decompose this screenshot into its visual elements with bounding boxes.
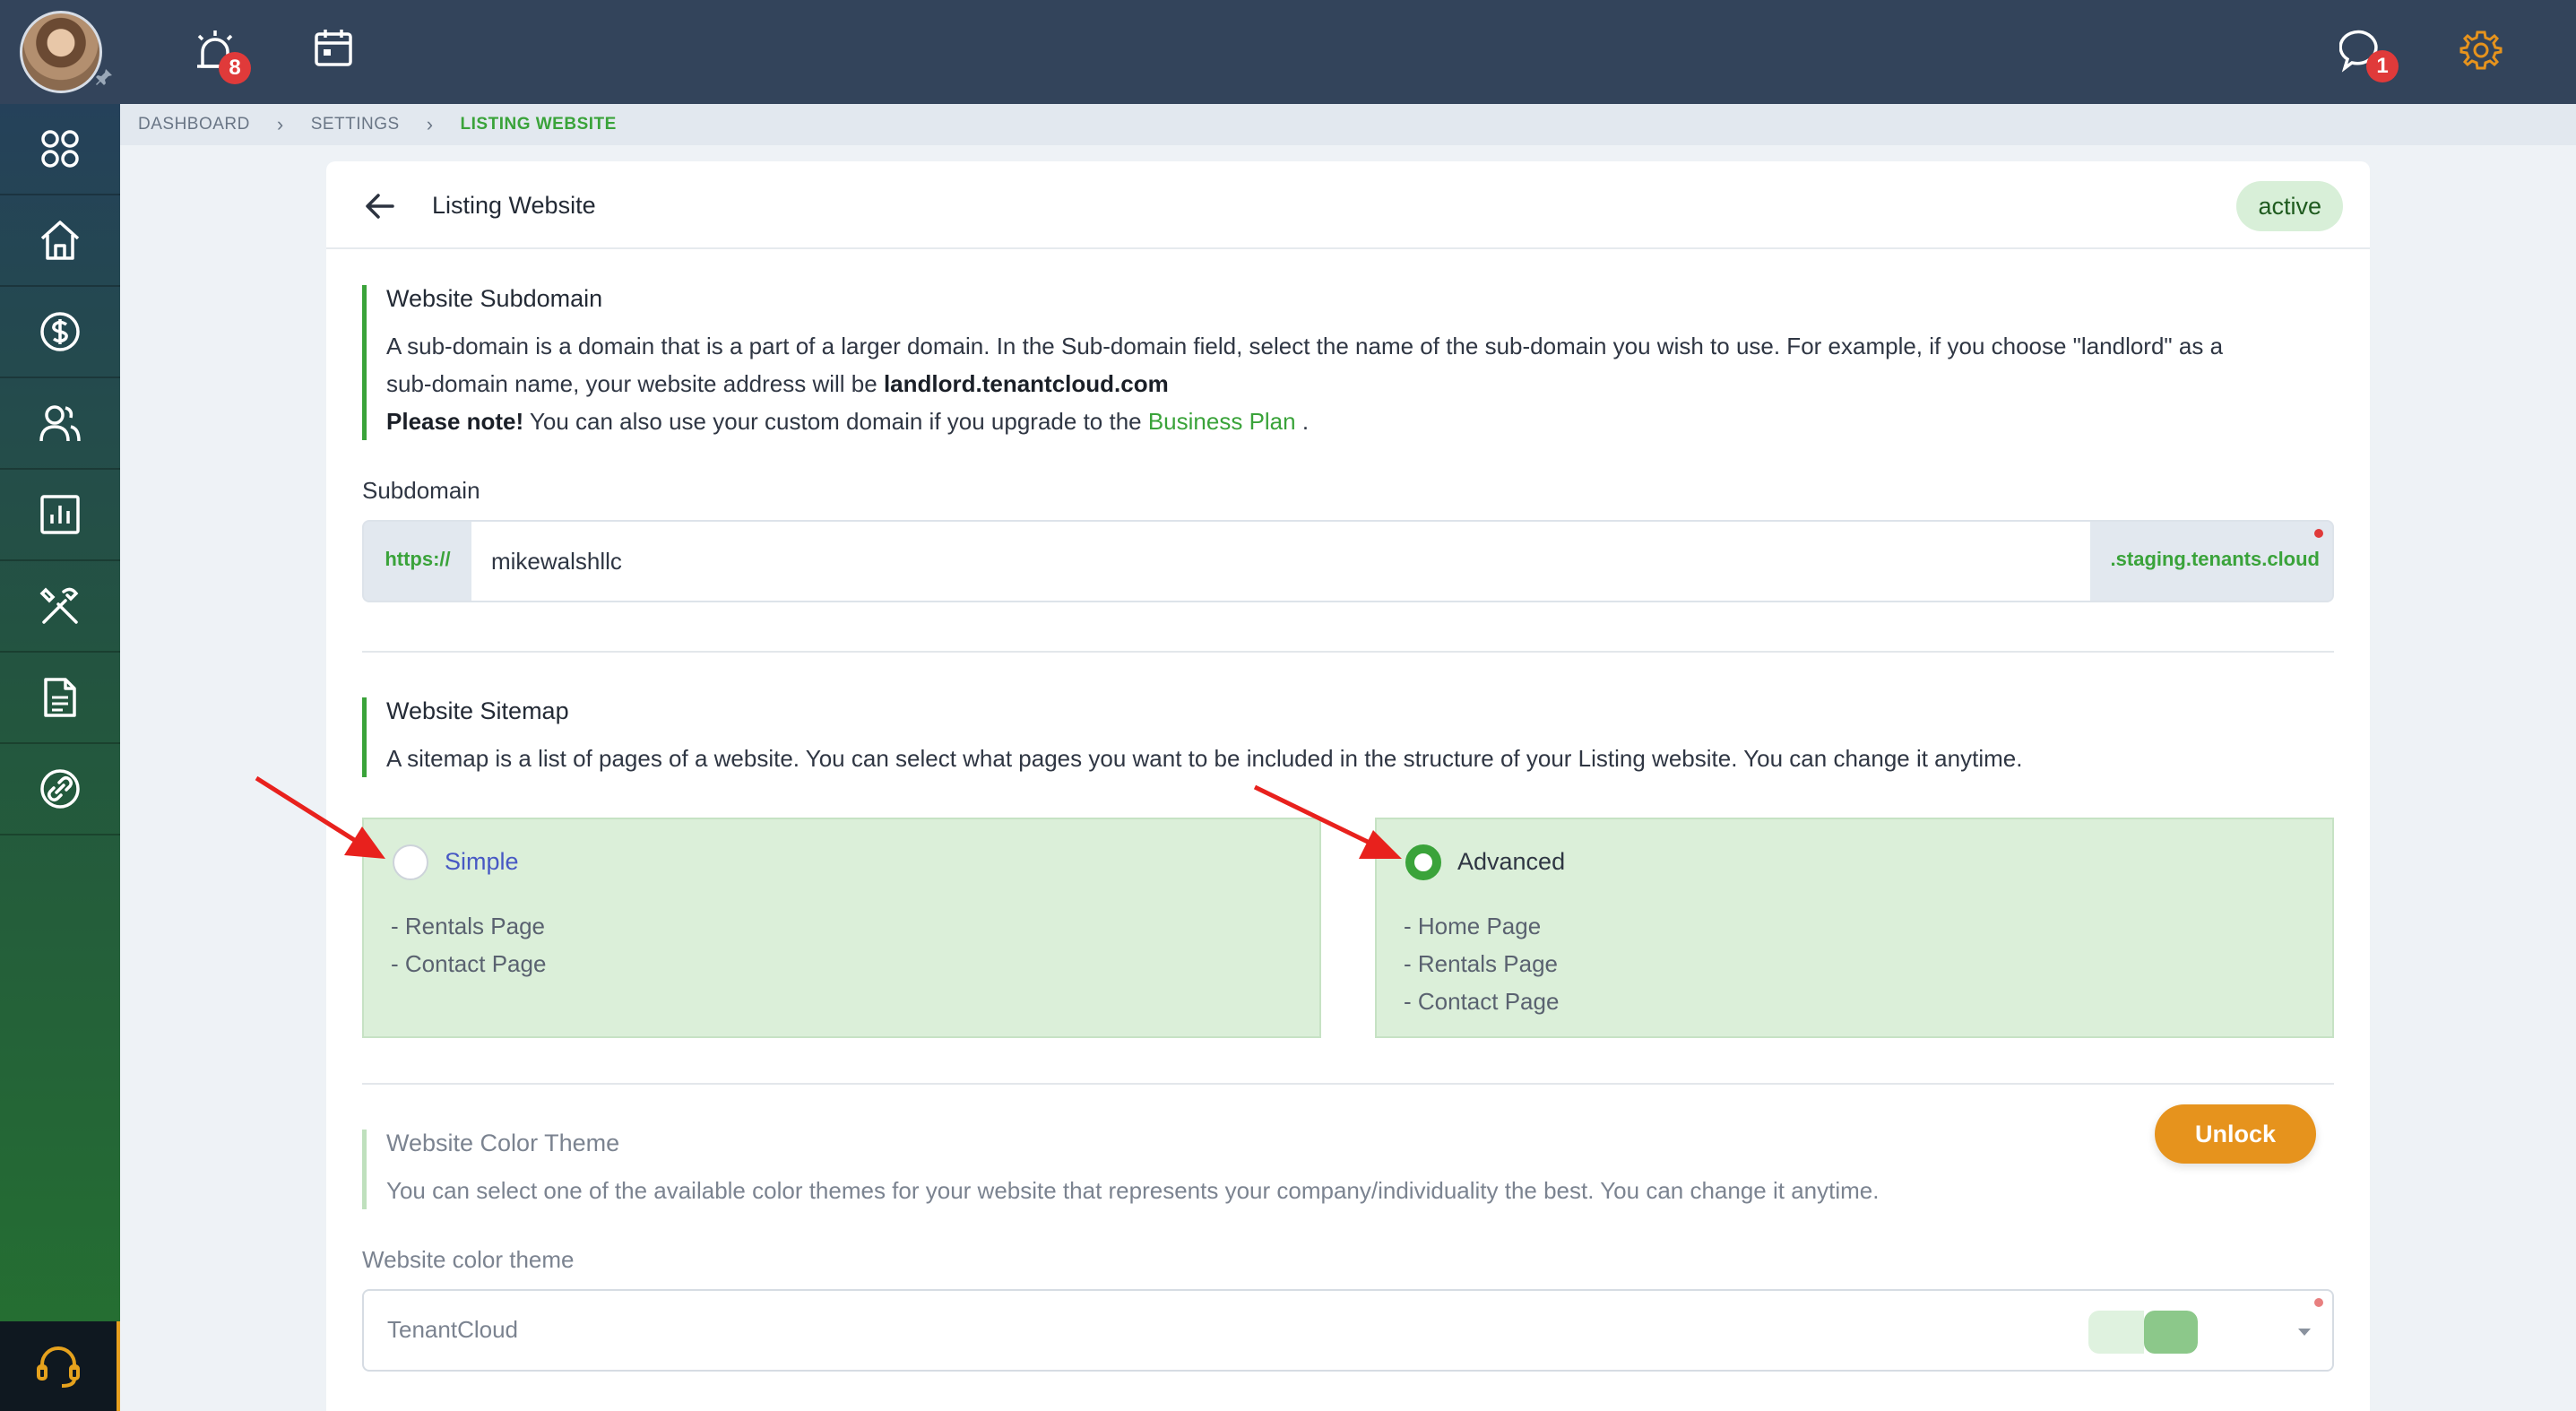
theme-select[interactable]: TenantCloud bbox=[362, 1289, 2334, 1372]
sitemap-section: Website Sitemap A sitemap is a list of p… bbox=[362, 697, 2334, 777]
breadcrumb-listing-website: LISTING WEBSITE bbox=[460, 115, 617, 134]
required-dot bbox=[2314, 1298, 2323, 1307]
list-item: - Contact Page bbox=[1404, 988, 1560, 1015]
chevron-down-icon[interactable] bbox=[2296, 1327, 2312, 1337]
gear-icon[interactable] bbox=[2459, 29, 2503, 72]
sidebar-item-links[interactable] bbox=[0, 744, 120, 835]
users-icon bbox=[39, 405, 81, 442]
theme-description: You can select one of the available colo… bbox=[386, 1177, 1880, 1204]
sidebar-item-apps[interactable] bbox=[0, 104, 120, 195]
theme-section-title: Website Color Theme bbox=[386, 1130, 620, 1156]
list-item: - Contact Page bbox=[391, 950, 547, 977]
list-item: - Rentals Page bbox=[1404, 950, 1558, 977]
sitemap-option-simple[interactable]: Simple - Rentals Page - Contact Page bbox=[362, 818, 1321, 1038]
sitemap-section-title: Website Sitemap bbox=[386, 697, 569, 724]
card-header: Listing Website active bbox=[326, 161, 2370, 249]
annotation-arrow-icon bbox=[1253, 784, 1402, 859]
list-item: - Rentals Page bbox=[391, 913, 545, 939]
calendar-icon[interactable] bbox=[312, 27, 355, 70]
dollar-icon bbox=[40, 312, 80, 351]
breadcrumb-settings[interactable]: SETTINGS bbox=[311, 115, 400, 134]
annotation-arrow-icon bbox=[255, 775, 385, 859]
section-divider bbox=[362, 1083, 2334, 1085]
subdomain-field: https:// .staging.tenants.cloud bbox=[362, 520, 2334, 602]
link-icon bbox=[40, 769, 80, 809]
sidebar-item-reports[interactable] bbox=[0, 470, 120, 561]
chevron-right-icon: › bbox=[426, 113, 434, 135]
business-plan-link[interactable]: Business Plan bbox=[1148, 408, 1296, 435]
theme-label: Website color theme bbox=[362, 1246, 575, 1273]
subdomain-label: Subdomain bbox=[362, 477, 480, 504]
grid-icon bbox=[41, 130, 79, 168]
list-item: - Home Page bbox=[1404, 913, 1542, 939]
document-icon bbox=[44, 678, 76, 717]
simple-radio[interactable] bbox=[393, 844, 428, 880]
chevron-right-icon: › bbox=[276, 113, 284, 135]
home-icon bbox=[40, 221, 80, 260]
advanced-label: Advanced bbox=[1457, 848, 1566, 875]
subdomain-section: Website Subdomain A sub-domain is a doma… bbox=[362, 285, 2334, 440]
top-bar: 8 1 bbox=[0, 0, 2576, 104]
sidebar-item-home[interactable] bbox=[0, 195, 120, 287]
theme-section: Website Color Theme You can select one o… bbox=[362, 1130, 2110, 1209]
breadcrumb-dashboard[interactable]: DASHBOARD bbox=[138, 115, 250, 134]
sidebar-item-documents[interactable] bbox=[0, 653, 120, 744]
sidebar bbox=[0, 104, 120, 1411]
chat-badge: 1 bbox=[2366, 50, 2399, 82]
simple-page-list: - Rentals Page - Contact Page bbox=[391, 907, 546, 983]
sidebar-item-maintenance[interactable] bbox=[0, 561, 120, 653]
chart-icon bbox=[40, 495, 80, 534]
status-badge: active bbox=[2236, 181, 2343, 231]
required-dot bbox=[2314, 529, 2323, 538]
theme-color-swatch bbox=[2088, 1311, 2198, 1354]
unlock-button[interactable]: Unlock bbox=[2155, 1104, 2316, 1164]
advanced-page-list: - Home Page - Rentals Page - Contact Pag… bbox=[1404, 907, 1559, 1020]
breadcrumb: DASHBOARD › SETTINGS › LISTING WEBSITE bbox=[120, 104, 2576, 145]
back-arrow-icon[interactable] bbox=[364, 190, 396, 222]
subdomain-input[interactable] bbox=[471, 522, 2090, 601]
user-avatar[interactable] bbox=[20, 11, 102, 93]
sidebar-item-finance[interactable] bbox=[0, 287, 120, 378]
tools-icon bbox=[39, 587, 79, 624]
subdomain-prefix: https:// bbox=[385, 548, 451, 570]
notification-badge: 8 bbox=[219, 52, 251, 84]
sidebar-item-people[interactable] bbox=[0, 378, 120, 470]
headset-icon bbox=[37, 1346, 80, 1388]
page-title: Listing Website bbox=[432, 192, 596, 219]
subdomain-description: A sub-domain is a domain that is a part … bbox=[386, 333, 2224, 435]
sitemap-description: A sitemap is a list of pages of a websit… bbox=[386, 745, 2023, 772]
simple-label: Simple bbox=[445, 848, 519, 875]
pin-icon[interactable] bbox=[93, 66, 115, 88]
theme-select-value: TenantCloud bbox=[387, 1316, 518, 1343]
advanced-radio[interactable] bbox=[1405, 844, 1441, 880]
subdomain-section-title: Website Subdomain bbox=[386, 285, 603, 312]
subdomain-suffix: .staging.tenants.cloud bbox=[2110, 548, 2320, 570]
section-divider bbox=[362, 651, 2334, 653]
sitemap-option-advanced[interactable]: Advanced - Home Page - Rentals Page - Co… bbox=[1375, 818, 2334, 1038]
support-button[interactable] bbox=[0, 1321, 120, 1411]
